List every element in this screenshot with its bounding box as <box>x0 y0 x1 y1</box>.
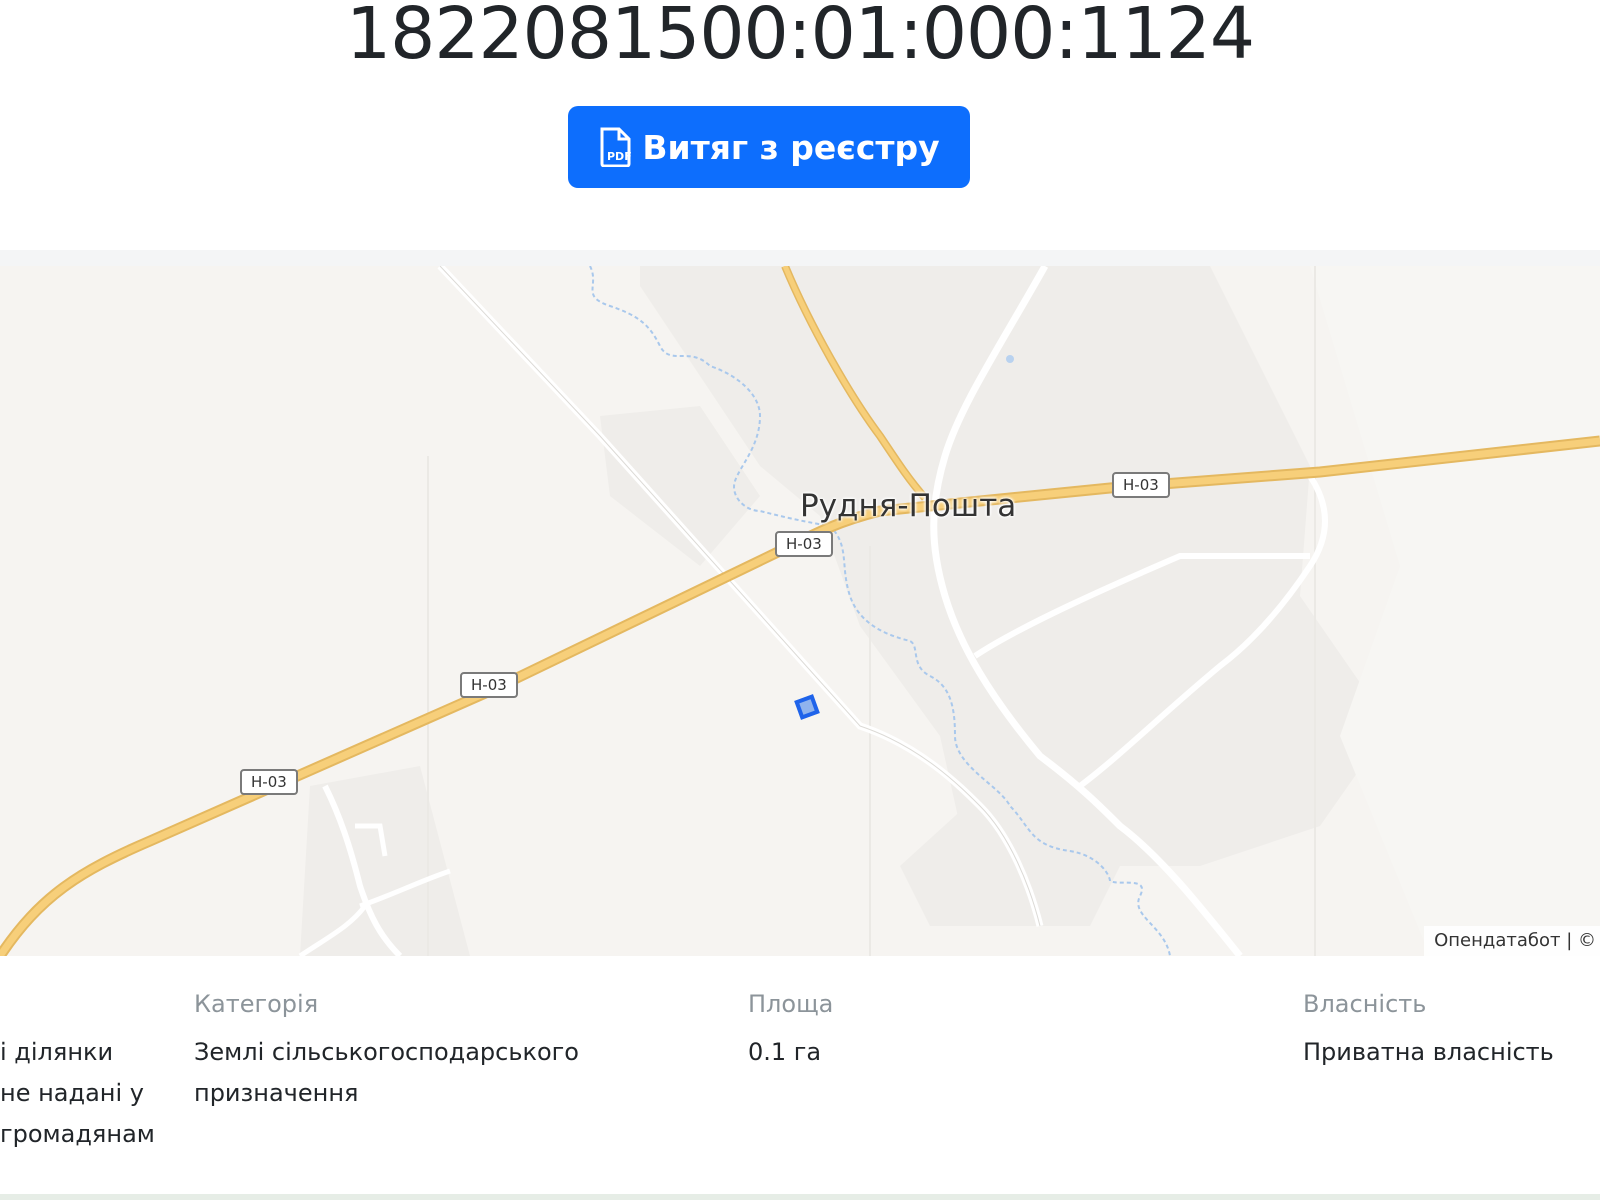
parcel-map[interactable]: Н-03 Н-03 Н-03 Н-03 Рудня-Пошта Опендата… <box>0 266 1600 956</box>
road-shield-h03: Н-03 <box>775 531 833 557</box>
ownership-column: Власність Приватна власність <box>1303 990 1554 1073</box>
map-attribution[interactable]: Опендатабот | © <box>1424 926 1600 956</box>
purpose-line: не надані у <box>0 1079 144 1107</box>
svg-text:PDF: PDF <box>607 150 632 163</box>
category-line: призначення <box>194 1079 359 1107</box>
cadastral-number-title: 1822081500:01:000:1124 <box>345 0 1255 75</box>
road-shield-h03: Н-03 <box>460 672 518 698</box>
road-shield-h03: Н-03 <box>1112 472 1170 498</box>
purpose-line: і ділянки <box>0 1038 114 1066</box>
settlement-label: Рудня-Пошта <box>800 488 1017 524</box>
category-column: Категорія Землі сільськогосподарського п… <box>194 990 579 1114</box>
bottom-strip <box>0 1194 1600 1200</box>
section-separator <box>0 250 1600 266</box>
category-line: Землі сільськогосподарського <box>194 1038 579 1066</box>
area-value: 0.1 га <box>748 1038 822 1066</box>
area-label: Площа <box>748 990 834 1018</box>
purpose-label <box>0 990 155 1018</box>
registry-extract-button[interactable]: PDF Витяг з реєстру <box>568 106 970 188</box>
registry-extract-button-label: Витяг з реєстру <box>642 127 940 167</box>
category-label: Категорія <box>194 990 319 1018</box>
ownership-label: Власність <box>1303 990 1427 1018</box>
purpose-line: громадянам <box>0 1120 155 1148</box>
purpose-column: і ділянки не надані у громадянам <box>0 990 155 1155</box>
map-background <box>0 266 1600 956</box>
area-column: Площа 0.1 га <box>748 990 833 1073</box>
ownership-value: Приватна власність <box>1303 1038 1554 1066</box>
road-shield-h03: Н-03 <box>240 769 298 795</box>
file-pdf-icon: PDF <box>600 127 632 167</box>
